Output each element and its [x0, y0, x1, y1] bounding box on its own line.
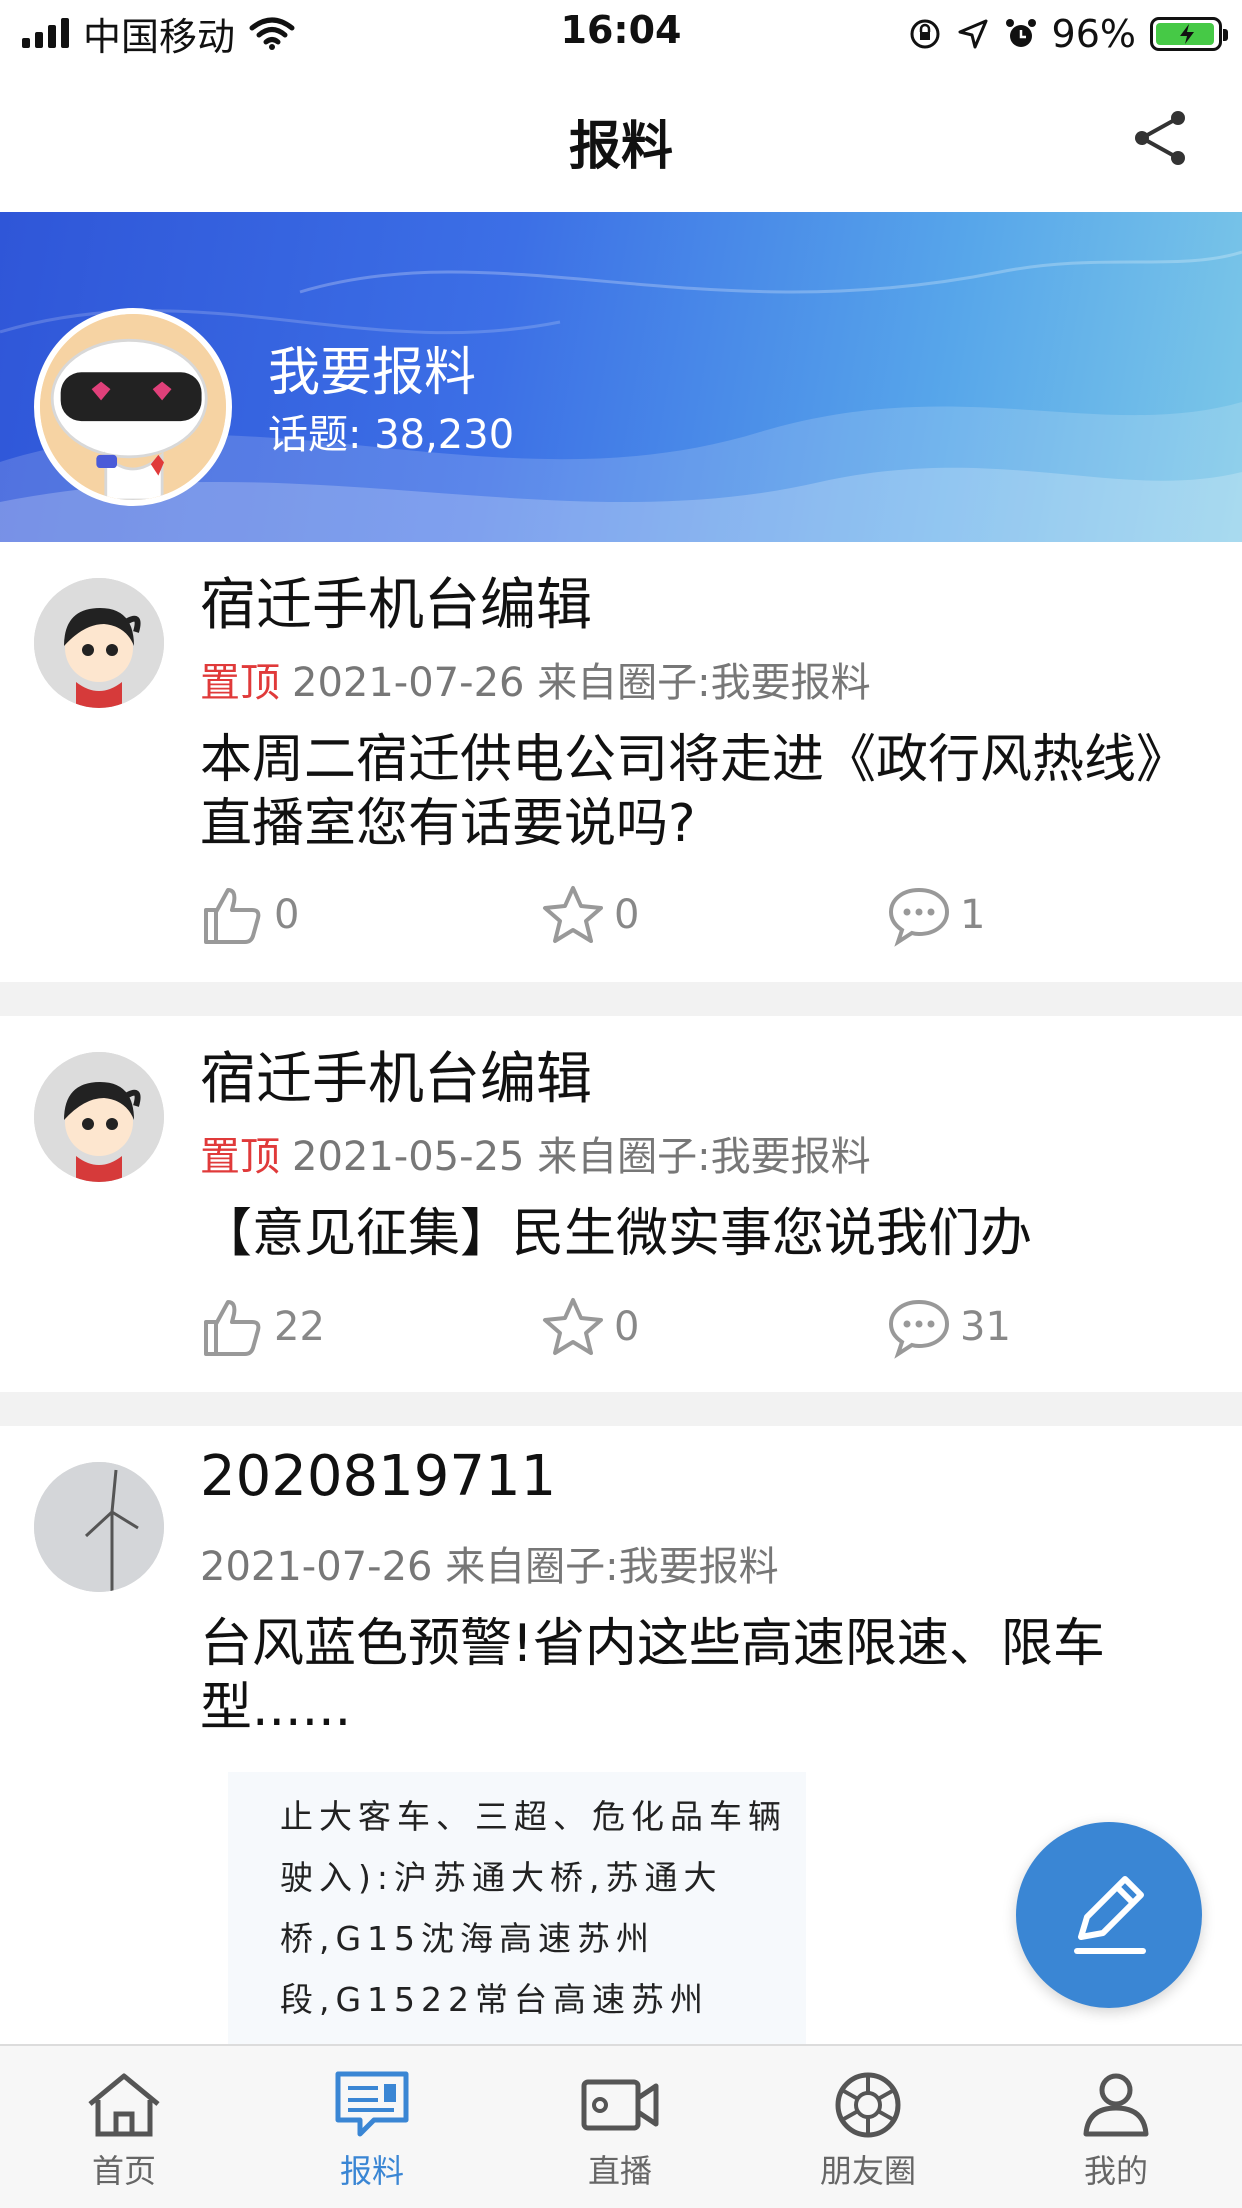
battery-percent: 96%: [1051, 12, 1136, 56]
pinned-badge: 置顶: [200, 1134, 280, 1180]
banner-avatar: [34, 308, 232, 506]
favorite-count: 0: [614, 892, 640, 938]
battery-charging-icon: [1150, 17, 1228, 51]
tab-label: 首页: [91, 2152, 156, 2190]
divider: [0, 1392, 1242, 1426]
live-camera-icon: [581, 2079, 659, 2131]
compose-button[interactable]: [1016, 1822, 1202, 2008]
post-date: 2021-05-25: [292, 1134, 525, 1180]
like-button[interactable]: 0: [200, 882, 299, 948]
favorite-button[interactable]: 0: [540, 882, 639, 948]
like-count: 22: [274, 1304, 325, 1350]
topic-banner[interactable]: 我要报料 话题: 38,230: [0, 212, 1242, 542]
location-icon: [958, 19, 988, 49]
post-card[interactable]: 宿迁手机台编辑 置顶 2021-07-26 来自圈子:我要报料 本周二宿迁供电公司…: [0, 542, 1242, 982]
post-source[interactable]: 来自圈子:我要报料: [445, 1544, 778, 1590]
comment-bubble-icon: [888, 1299, 950, 1359]
tab-label: 报料: [339, 2152, 404, 2190]
like-button[interactable]: 22: [200, 1294, 325, 1360]
report-icon: [335, 2071, 409, 2137]
author-name[interactable]: 2020819711: [200, 1444, 556, 1509]
post-source[interactable]: 来自圈子:我要报料: [537, 1134, 870, 1180]
author-name[interactable]: 宿迁手机台编辑: [200, 1034, 592, 1115]
thumbs-up-icon: [204, 888, 261, 944]
comment-count: 31: [960, 1304, 1011, 1350]
post-text[interactable]: 本周二宿迁供电公司将走进《政行风热线》直播室您有话要说吗?: [200, 728, 1210, 856]
tab-report[interactable]: 报料: [248, 2070, 496, 2192]
home-icon: [88, 2073, 160, 2137]
post-image[interactable]: 止大客车、三超、危化品车辆驶入):沪苏通大桥,苏通大桥,G15沈海高速苏州段,G…: [228, 1772, 806, 2052]
thumbs-up-icon: [204, 1300, 261, 1356]
post-actions: 22 0 31: [200, 1294, 1100, 1364]
like-count: 0: [274, 892, 300, 938]
tab-label: 直播: [587, 2152, 652, 2190]
comment-bubble-icon: [888, 887, 950, 947]
favorite-button[interactable]: 0: [540, 1294, 639, 1360]
status-bar: 中国移动 16:04 96%: [0, 0, 1242, 66]
tab-live[interactable]: 直播: [496, 2070, 744, 2192]
post-meta: 2021-07-26 来自圈子:我要报料: [200, 1534, 779, 1592]
favorite-count: 0: [614, 1304, 640, 1350]
tab-bar: 首页 报料 直播 朋友圈 我的: [0, 2044, 1242, 2208]
post-meta: 置顶 2021-05-25 来自圈子:我要报料: [200, 1124, 871, 1182]
comment-button[interactable]: 1: [886, 882, 985, 948]
pinned-badge: 置顶: [200, 660, 280, 706]
page-title: 报料: [568, 117, 673, 177]
post-text[interactable]: 台风蓝色预警!省内这些高速限速、限车型......: [200, 1612, 1210, 1740]
post-date: 2021-07-26: [200, 1544, 433, 1590]
tab-profile[interactable]: 我的: [992, 2070, 1240, 2192]
banner-title: 我要报料: [268, 343, 477, 403]
star-icon: [543, 886, 603, 943]
wind-turbine-avatar-icon: [34, 1462, 164, 1592]
tab-home[interactable]: 首页: [0, 2070, 248, 2192]
post-image-text: 止大客车、三超、危化品车辆驶入):沪苏通大桥,苏通大桥,G15沈海高速苏州段,G…: [280, 1797, 787, 2019]
tab-label: 朋友圈: [819, 2152, 916, 2190]
post-card[interactable]: 宿迁手机台编辑 置顶 2021-05-25 来自圈子:我要报料 【意见征集】民生微…: [0, 1016, 1242, 1392]
profile-icon: [1083, 2073, 1149, 2137]
star-icon: [543, 1298, 603, 1355]
cartoon-boy-avatar-icon: [34, 578, 164, 708]
nav-bar: 报料: [0, 66, 1242, 212]
author-avatar[interactable]: [34, 1462, 164, 1592]
cartoon-boy-avatar-icon: [34, 1052, 164, 1182]
comment-button[interactable]: 31: [886, 1294, 1011, 1360]
author-avatar[interactable]: [34, 578, 164, 708]
author-avatar[interactable]: [34, 1052, 164, 1182]
alarm-icon: [1005, 19, 1036, 47]
post-text[interactable]: 【意见征集】民生微实事您说我们办: [200, 1202, 1210, 1266]
post-date: 2021-07-26: [292, 660, 525, 706]
share-icon[interactable]: [1128, 106, 1192, 170]
orientation-lock-icon: [910, 19, 940, 49]
author-name[interactable]: 宿迁手机台编辑: [200, 560, 592, 641]
post-meta: 置顶 2021-07-26 来自圈子:我要报料: [200, 650, 871, 708]
post-source[interactable]: 来自圈子:我要报料: [537, 660, 870, 706]
edit-icon: [1074, 1876, 1146, 1954]
tab-moments[interactable]: 朋友圈: [744, 2070, 992, 2192]
topic-count: 话题: 38,230: [268, 412, 515, 458]
robot-mascot-icon: [40, 314, 226, 500]
divider: [0, 982, 1242, 1016]
tab-label: 我的: [1083, 2152, 1148, 2190]
post-actions: 0 0 1: [200, 882, 1100, 952]
comment-count: 1: [960, 892, 986, 938]
moments-icon: [835, 2072, 901, 2138]
